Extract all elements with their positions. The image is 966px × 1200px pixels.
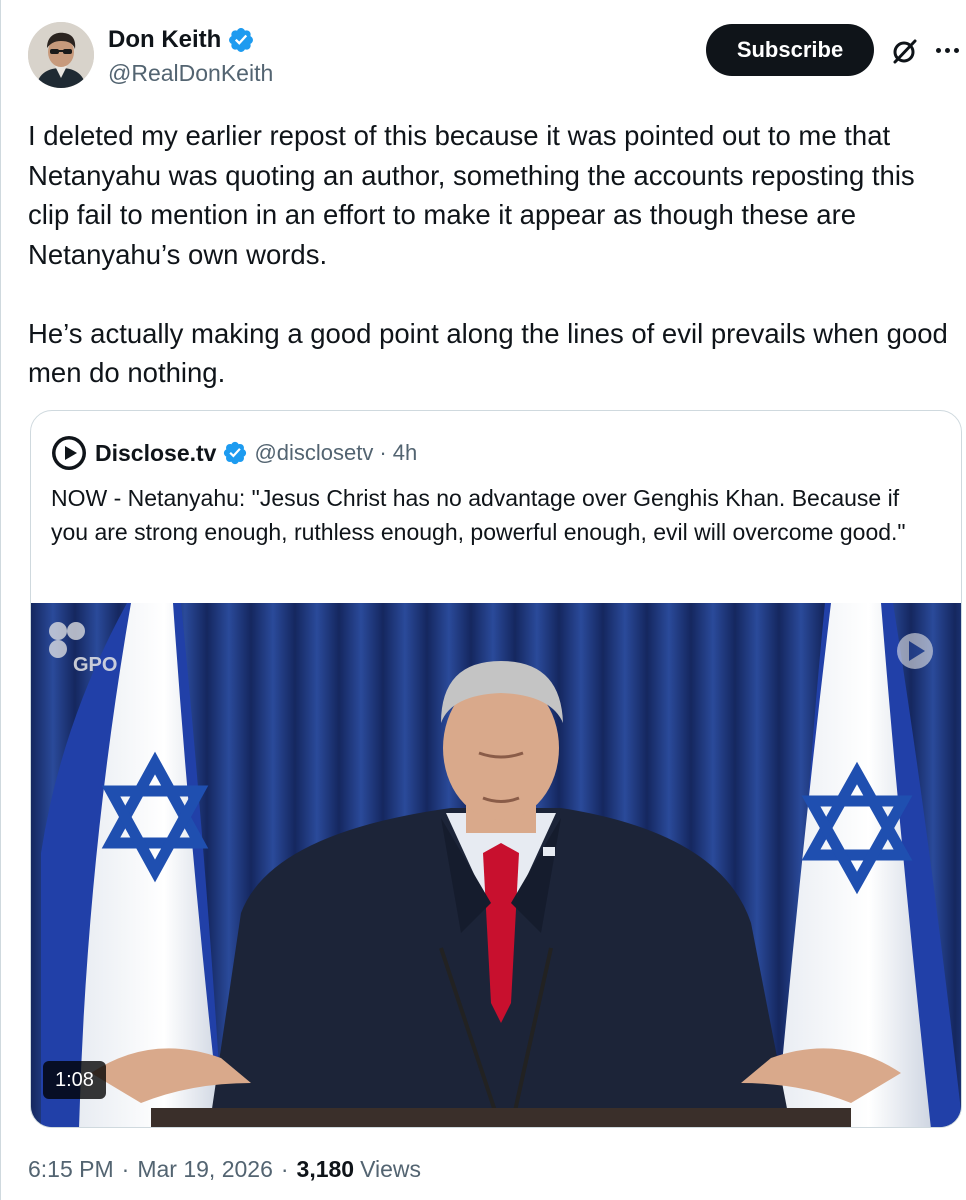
post-paragraph: He’s actually making a good point along … <box>28 317 948 389</box>
quote-timestamp[interactable]: 4h <box>393 440 417 466</box>
disclose-logo-icon[interactable] <box>51 435 87 471</box>
views-count[interactable]: 3,180 <box>297 1156 355 1183</box>
quote-author-handle[interactable]: @disclosetv <box>254 440 373 466</box>
play-watermark-icon <box>897 633 933 669</box>
more-icon[interactable] <box>930 36 964 64</box>
separator-dot: · <box>379 440 387 465</box>
video-frame: GPO <box>31 603 961 1127</box>
gpo-watermark-text: GPO <box>73 654 117 676</box>
author-name[interactable]: Don Keith <box>108 26 221 54</box>
post-time[interactable]: 6:15 PM <box>28 1156 114 1183</box>
avatar-image <box>28 22 94 88</box>
avatar[interactable] <box>28 22 94 88</box>
post-meta: 6:15 PM · Mar 19, 2026 · 3,180 Views <box>28 1156 421 1183</box>
grok-icon[interactable] <box>890 36 920 66</box>
views-label: Views <box>360 1156 422 1182</box>
video-player[interactable]: GPO 1:08 <box>31 603 961 1127</box>
verified-badge-icon <box>224 441 247 465</box>
video-duration-badge: 1:08 <box>43 1061 106 1099</box>
separator-dot: · <box>280 1156 289 1182</box>
verified-badge-icon <box>229 28 254 52</box>
post-text: I deleted my earlier repost of this beca… <box>28 116 958 432</box>
author-handle[interactable]: @RealDonKeith <box>108 60 273 87</box>
quoted-post[interactable]: Disclose.tv @disclosetv · 4h NOW - Netan… <box>30 410 962 1128</box>
post-header: Don Keith @RealDonKeith Subscribe <box>28 22 959 92</box>
quote-author-name[interactable]: Disclose.tv <box>95 440 216 467</box>
author-block: Don Keith @RealDonKeith <box>108 26 273 87</box>
post-paragraph: I deleted my earlier repost of this beca… <box>28 120 915 270</box>
separator-dot: · <box>121 1156 130 1182</box>
quote-text: NOW - Netanyahu: "Jesus Christ has no ad… <box>51 485 906 545</box>
quote-header: Disclose.tv @disclosetv · 4h <box>51 435 417 471</box>
subscribe-button[interactable]: Subscribe <box>706 24 874 76</box>
post-date[interactable]: Mar 19, 2026 <box>137 1156 273 1183</box>
timeline-border <box>0 0 1 1200</box>
